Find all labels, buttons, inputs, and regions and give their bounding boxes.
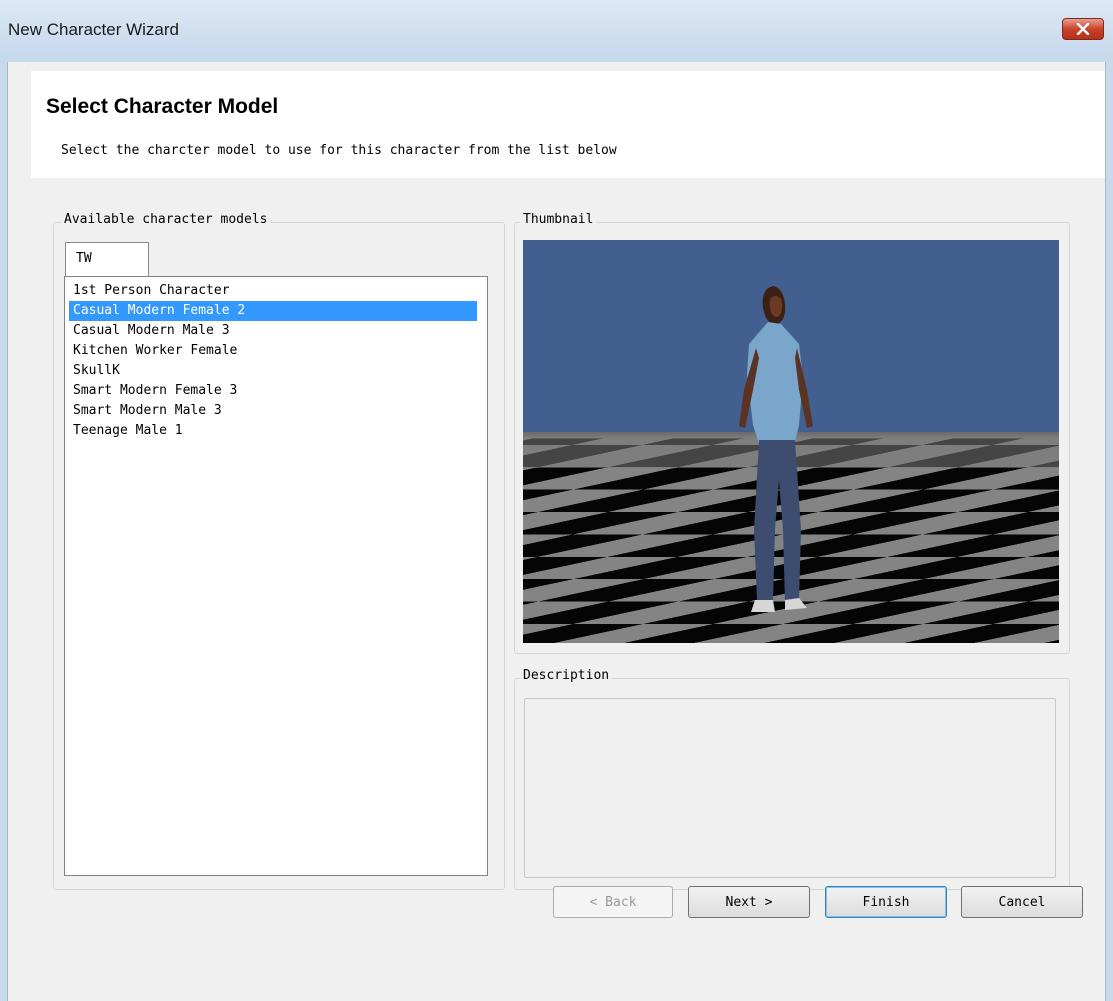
back-button[interactable]: < Back (553, 886, 673, 918)
list-item[interactable]: 1st Person Character (69, 281, 230, 301)
list-item[interactable]: Smart Modern Male 3 (69, 401, 222, 421)
thumbnail-image (523, 240, 1059, 643)
list-item[interactable]: Smart Modern Female 3 (69, 381, 237, 401)
thumbnail-group-label: Thumbnail (520, 212, 597, 227)
list-item[interactable]: SkullK (69, 361, 120, 381)
models-group-label: Available character models (61, 212, 271, 227)
description-text (524, 698, 1056, 878)
list-item[interactable]: Teenage Male 1 (69, 421, 183, 441)
window-frame-right (1105, 62, 1113, 1001)
cancel-button[interactable]: Cancel (961, 886, 1083, 918)
description-group-label: Description (520, 668, 613, 683)
finish-button[interactable]: Finish (825, 886, 947, 918)
title-bar: New Character Wizard (0, 0, 1113, 63)
models-list[interactable]: 1st Person Character Casual Modern Femal… (64, 276, 488, 876)
list-item[interactable]: Casual Modern Male 3 (69, 321, 230, 341)
list-item-selected[interactable]: Casual Modern Female 2 (69, 301, 477, 321)
tab-tw[interactable]: TW (65, 242, 149, 278)
next-button[interactable]: Next > (688, 886, 810, 918)
window-frame-left (0, 62, 8, 1001)
wizard-body: Select Character Model Select the charct… (8, 62, 1105, 1001)
thumbnail-scene (523, 240, 1059, 643)
page-title: Select Character Model (46, 95, 279, 118)
wizard-header: Select Character Model Select the charct… (31, 71, 1105, 178)
close-button[interactable] (1062, 18, 1104, 40)
page-subtitle: Select the charcter model to use for thi… (61, 143, 617, 158)
window-title: New Character Wizard (8, 20, 179, 39)
close-icon (1076, 23, 1090, 35)
tab-tw-label: TW (76, 251, 92, 266)
list-item[interactable]: Kitchen Worker Female (69, 341, 237, 361)
